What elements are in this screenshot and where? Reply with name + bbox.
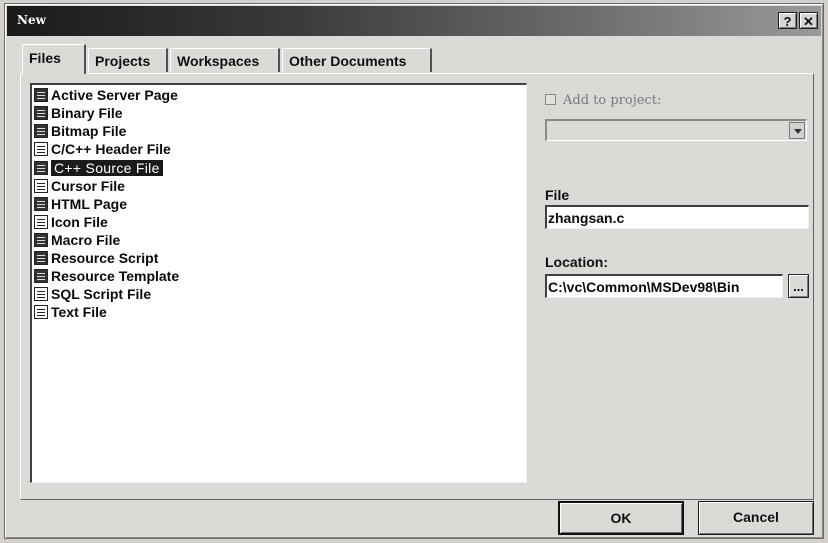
cancel-button[interactable]: Cancel <box>698 501 814 535</box>
bitmap-file-icon <box>34 124 48 138</box>
location-input[interactable] <box>545 274 783 298</box>
project-select[interactable] <box>545 119 807 141</box>
tab-projects[interactable]: Projects <box>88 48 168 72</box>
close-icon: ✕ <box>803 14 814 29</box>
list-item-label: C/C++ Header File <box>51 141 171 157</box>
tab-workspaces[interactable]: Workspaces <box>170 48 280 72</box>
binary-file-icon <box>34 106 48 120</box>
add-to-project-row: Add to project: <box>545 93 661 108</box>
location-label: Location: <box>545 254 608 270</box>
header-file-icon <box>34 142 48 156</box>
dialog-title: New <box>17 13 46 27</box>
list-item[interactable]: Binary File <box>34 104 123 122</box>
list-item[interactable]: Resource Script <box>34 249 158 267</box>
ok-button[interactable]: OK <box>558 501 684 535</box>
sql-script-file-icon <box>34 287 48 301</box>
asp-file-icon <box>34 88 48 102</box>
list-item[interactable]: Resource Template <box>34 267 179 285</box>
file-type-list[interactable]: Active Server Page Binary File Bitmap Fi… <box>30 83 527 483</box>
list-item-label: Icon File <box>51 214 108 230</box>
file-options-panel: Add to project: File Location: ... <box>545 83 815 323</box>
cursor-file-icon <box>34 179 48 193</box>
chevron-down-icon[interactable] <box>789 122 805 139</box>
list-item[interactable]: Text File <box>34 303 107 321</box>
close-button[interactable]: ✕ <box>799 12 818 29</box>
list-item-label: Resource Template <box>51 268 180 284</box>
cpp-source-file-icon <box>34 161 48 175</box>
list-item-label: Binary File <box>51 105 123 121</box>
list-item-label: HTML Page <box>51 196 127 212</box>
list-item-label: Cursor File <box>51 178 125 194</box>
list-item-label: SQL Script File <box>51 286 152 302</box>
list-item-label: Active Server Page <box>51 87 178 103</box>
add-to-project-checkbox[interactable] <box>545 94 556 105</box>
html-page-icon <box>34 197 48 211</box>
list-item[interactable]: Macro File <box>34 231 120 249</box>
browse-button[interactable]: ... <box>788 274 809 298</box>
icon-file-icon <box>34 215 48 229</box>
text-file-icon <box>34 305 48 319</box>
list-item-label: Bitmap File <box>51 123 127 139</box>
list-item[interactable]: Icon File <box>34 213 108 231</box>
title-bar: New ? ✕ <box>7 6 821 36</box>
list-item[interactable]: Cursor File <box>34 177 125 195</box>
list-item-label: Resource Script <box>51 250 159 266</box>
help-button[interactable]: ? <box>778 12 797 29</box>
tab-other-documents[interactable]: Other Documents <box>282 48 432 72</box>
help-icon: ? <box>783 14 792 29</box>
list-item-selected[interactable]: C++ Source File <box>34 159 163 177</box>
list-item[interactable]: C/C++ Header File <box>34 140 171 158</box>
list-item-label: Text File <box>51 304 107 320</box>
macro-file-icon <box>34 233 48 247</box>
tab-files[interactable]: Files <box>22 44 86 74</box>
list-item-label: Macro File <box>51 232 121 248</box>
tab-strip: Files Projects Workspaces Other Document… <box>22 44 442 74</box>
list-item[interactable]: Active Server Page <box>34 86 178 104</box>
list-item[interactable]: HTML Page <box>34 195 127 213</box>
list-item[interactable]: Bitmap File <box>34 122 126 140</box>
resource-script-icon <box>34 251 48 265</box>
file-name-input[interactable] <box>545 205 809 229</box>
resource-template-icon <box>34 269 48 283</box>
add-to-project-label: Add to project: <box>563 93 662 108</box>
list-item-label: C++ Source File <box>51 160 163 176</box>
file-name-label: File <box>545 187 570 203</box>
list-item[interactable]: SQL Script File <box>34 285 151 303</box>
